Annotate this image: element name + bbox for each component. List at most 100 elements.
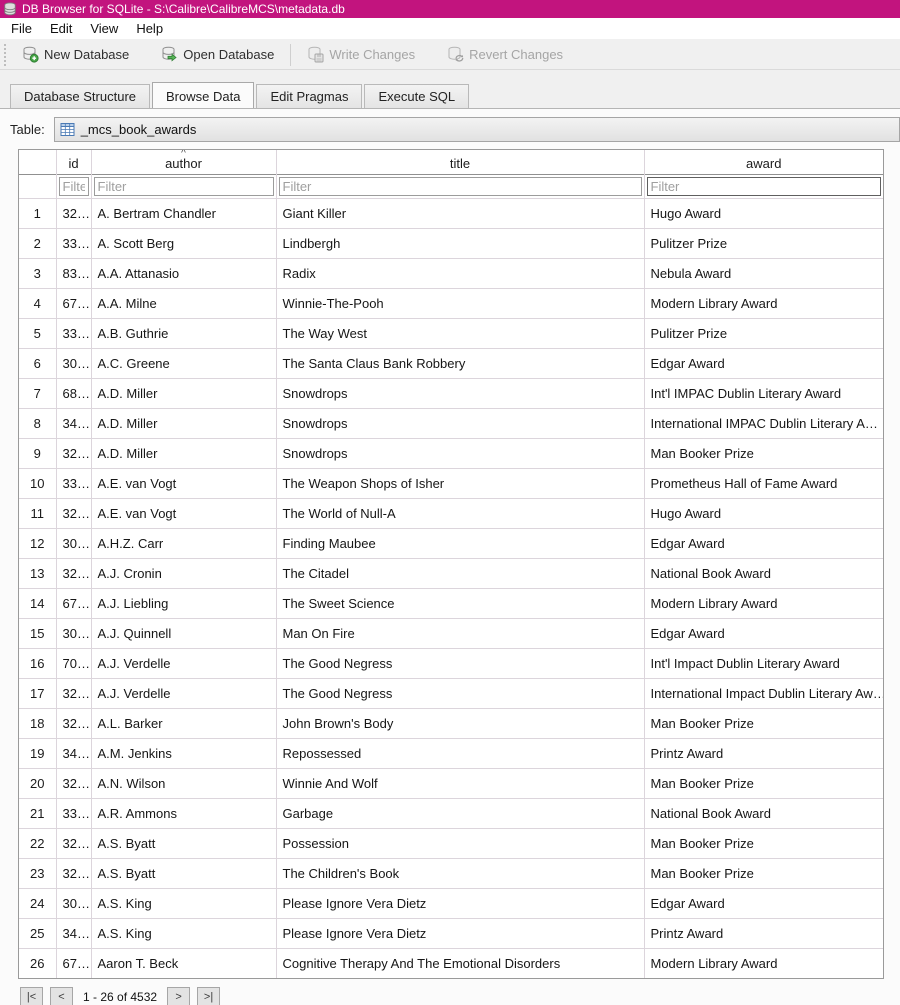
cell-title[interactable]: Please Ignore Vera Dietz [276,888,644,918]
cell-author[interactable]: A.E. van Vogt [91,468,276,498]
cell-title[interactable]: The World of Null-A [276,498,644,528]
cell-title[interactable]: Winnie And Wolf [276,768,644,798]
cell-title[interactable]: Man On Fire [276,618,644,648]
cell-author[interactable]: A.D. Miller [91,408,276,438]
row-number[interactable]: 24 [19,888,56,918]
cell-title[interactable]: The Santa Claus Bank Robbery [276,348,644,378]
cell-title[interactable]: John Brown's Body [276,708,644,738]
cell-award[interactable]: Man Booker Prize [644,438,883,468]
row-number[interactable]: 18 [19,708,56,738]
cell-award[interactable]: Man Booker Prize [644,708,883,738]
cell-title[interactable]: Repossessed [276,738,644,768]
row-number[interactable]: 12 [19,528,56,558]
tab-browse-data[interactable]: Browse Data [152,82,254,108]
row-number[interactable]: 17 [19,678,56,708]
filter-input-author[interactable] [94,177,274,196]
new-database-button[interactable]: New Database [13,43,138,66]
row-number[interactable]: 14 [19,588,56,618]
row-number[interactable]: 10 [19,468,56,498]
cell-author[interactable]: A. Bertram Chandler [91,198,276,228]
cell-id[interactable]: 30… [56,618,91,648]
row-number[interactable]: 22 [19,828,56,858]
cell-title[interactable]: Possession [276,828,644,858]
cell-id[interactable]: 68… [56,378,91,408]
row-number[interactable]: 23 [19,858,56,888]
cell-id[interactable]: 32… [56,858,91,888]
row-number[interactable]: 26 [19,948,56,978]
cell-author[interactable]: A.R. Ammons [91,798,276,828]
cell-title[interactable]: Winnie-The-Pooh [276,288,644,318]
cell-title[interactable]: The Citadel [276,558,644,588]
cell-id[interactable]: 30… [56,528,91,558]
cell-title[interactable]: The Sweet Science [276,588,644,618]
cell-id[interactable]: 33… [56,798,91,828]
cell-id[interactable]: 33… [56,468,91,498]
column-header-award[interactable]: award [644,150,883,174]
cell-award[interactable]: Hugo Award [644,198,883,228]
cell-title[interactable]: Lindbergh [276,228,644,258]
cell-author[interactable]: A.A. Milne [91,288,276,318]
tab-database-structure[interactable]: Database Structure [10,84,150,108]
cell-id[interactable]: 67… [56,948,91,978]
cell-title[interactable]: Snowdrops [276,438,644,468]
cell-id[interactable]: 32… [56,438,91,468]
menu-view[interactable]: View [81,18,127,39]
cell-award[interactable]: Man Booker Prize [644,768,883,798]
cell-author[interactable]: A.L. Barker [91,708,276,738]
cell-title[interactable]: Garbage [276,798,644,828]
table-combobox[interactable]: _mcs_book_awards [54,117,900,142]
cell-author[interactable]: A.S. Byatt [91,858,276,888]
prev-page-button[interactable]: < [50,987,73,1005]
cell-id[interactable]: 32… [56,678,91,708]
filter-input-title[interactable] [279,177,642,196]
cell-author[interactable]: A.E. van Vogt [91,498,276,528]
row-number[interactable]: 13 [19,558,56,588]
cell-author[interactable]: A.S. King [91,918,276,948]
row-number[interactable]: 19 [19,738,56,768]
cell-title[interactable]: The Good Negress [276,648,644,678]
tab-edit-pragmas[interactable]: Edit Pragmas [256,84,362,108]
cell-author[interactable]: A.A. Attanasio [91,258,276,288]
cell-title[interactable]: Snowdrops [276,408,644,438]
cell-award[interactable]: Pulitzer Prize [644,228,883,258]
cell-author[interactable]: A.J. Liebling [91,588,276,618]
cell-title[interactable]: Radix [276,258,644,288]
cell-author[interactable]: A.H.Z. Carr [91,528,276,558]
column-header-id[interactable]: id [56,150,91,174]
cell-id[interactable]: 70… [56,648,91,678]
cell-award[interactable]: Prometheus Hall of Fame Award [644,468,883,498]
row-number[interactable]: 6 [19,348,56,378]
row-number[interactable]: 25 [19,918,56,948]
cell-author[interactable]: A.D. Miller [91,438,276,468]
cell-author[interactable]: A.J. Verdelle [91,648,276,678]
cell-title[interactable]: The Way West [276,318,644,348]
cell-id[interactable]: 67… [56,288,91,318]
open-database-button[interactable]: Open Database [152,43,283,66]
filter-input-id[interactable] [59,177,89,196]
cell-author[interactable]: A.J. Cronin [91,558,276,588]
row-number[interactable]: 16 [19,648,56,678]
toolbar-grip[interactable] [4,44,8,66]
cell-author[interactable]: Aaron T. Beck [91,948,276,978]
cell-award[interactable]: Modern Library Award [644,288,883,318]
cell-award[interactable]: Int'l IMPAC Dublin Literary Award [644,378,883,408]
cell-award[interactable]: National Book Award [644,558,883,588]
cell-id[interactable]: 30… [56,348,91,378]
row-number[interactable]: 1 [19,198,56,228]
cell-title[interactable]: The Good Negress [276,678,644,708]
cell-award[interactable]: Edgar Award [644,618,883,648]
cell-award[interactable]: Edgar Award [644,888,883,918]
cell-author[interactable]: A.J. Verdelle [91,678,276,708]
cell-award[interactable]: National Book Award [644,798,883,828]
cell-id[interactable]: 34… [56,408,91,438]
cell-id[interactable]: 34… [56,918,91,948]
row-number[interactable]: 20 [19,768,56,798]
first-page-button[interactable]: |< [20,987,43,1005]
row-number[interactable]: 4 [19,288,56,318]
row-number[interactable]: 2 [19,228,56,258]
menu-edit[interactable]: Edit [41,18,81,39]
cell-author[interactable]: A.D. Miller [91,378,276,408]
cell-title[interactable]: Snowdrops [276,378,644,408]
cell-author[interactable]: A.S. King [91,888,276,918]
column-header-author[interactable]: ^author [91,150,276,174]
